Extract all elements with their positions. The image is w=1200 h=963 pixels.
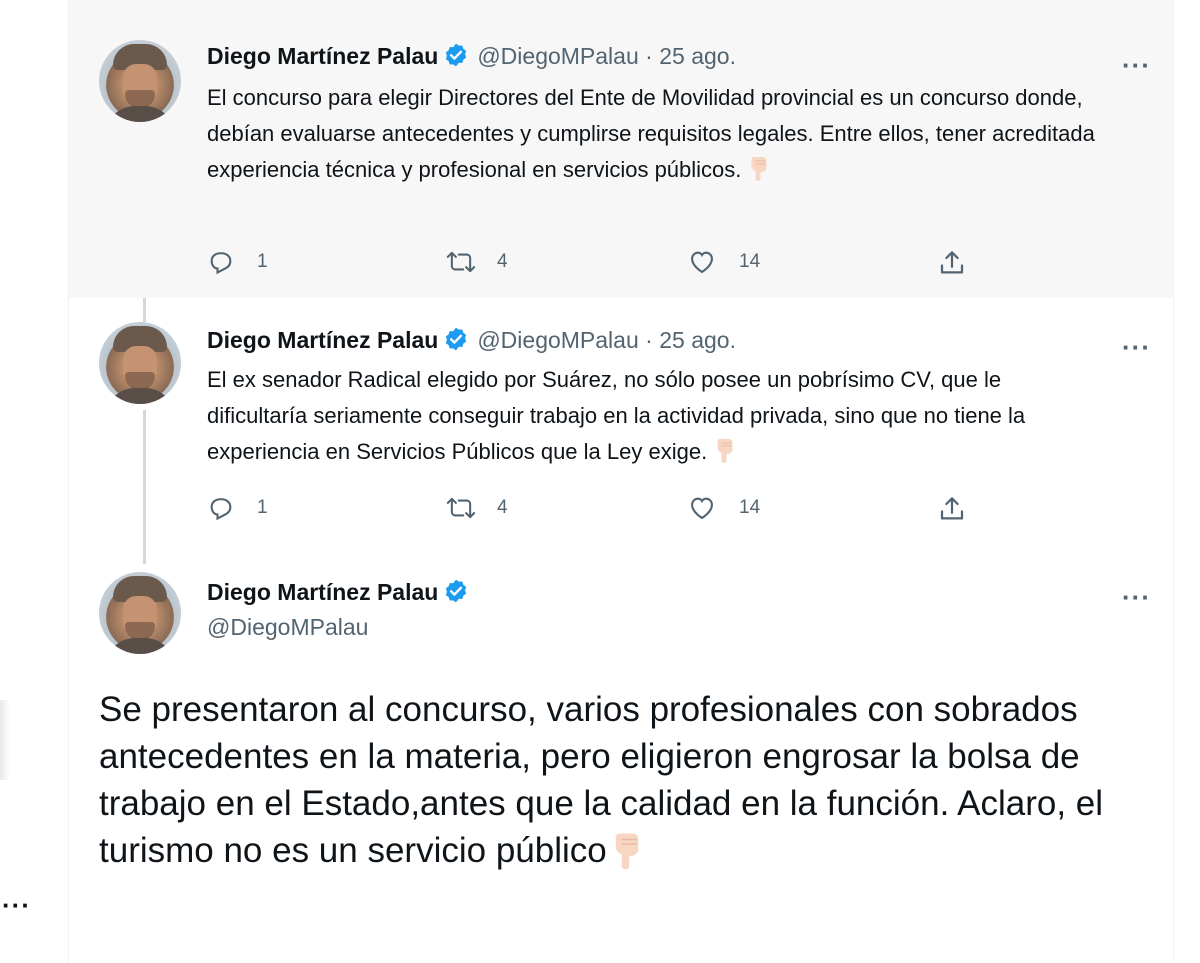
reply-count: 1	[257, 251, 268, 272]
heart-icon	[687, 494, 717, 522]
separator: ·	[645, 43, 653, 69]
author-name[interactable]: Diego Martínez Palau	[207, 579, 438, 605]
retweet-icon	[445, 248, 477, 276]
backhand-index-pointing-down-icon	[609, 830, 645, 882]
retweet-icon	[445, 494, 477, 522]
retweet-button[interactable]: 4	[445, 494, 508, 522]
verified-badge-icon	[443, 578, 469, 610]
tweet-actions: 1 4 14	[207, 248, 1107, 278]
like-button[interactable]: 14	[687, 248, 760, 276]
avatar[interactable]	[99, 322, 181, 404]
tweet-header: Diego Martínez Palau	[207, 578, 469, 610]
retweet-button[interactable]: 4	[445, 248, 508, 276]
focused-tweet-text: Se presentaron al concurso, varios profe…	[99, 686, 1139, 882]
avatar[interactable]	[99, 572, 181, 654]
tweet[interactable]: Diego Martínez Palau @DiegoMPalau · 25 ag…	[69, 0, 1173, 298]
tweet-header: Diego Martínez Palau @DiegoMPalau · 25 ag…	[207, 42, 736, 74]
retweet-count: 4	[497, 497, 508, 518]
share-icon	[937, 494, 967, 524]
more-options-icon[interactable]: ···	[1122, 334, 1151, 360]
tweet-text: El concurso para elegir Directores del E…	[207, 80, 1107, 192]
verified-badge-icon	[443, 42, 469, 74]
author-handle[interactable]: @DiegoMPalau	[477, 43, 638, 69]
reply-button[interactable]: 1	[207, 248, 268, 276]
author-handle[interactable]: @DiegoMPalau	[207, 614, 368, 641]
more-options-icon[interactable]: ···	[1122, 584, 1151, 610]
author-handle[interactable]: @DiegoMPalau	[477, 327, 638, 353]
sidebar-shadow	[0, 700, 10, 780]
share-button[interactable]	[937, 494, 967, 524]
reply-count: 1	[257, 497, 268, 518]
like-button[interactable]: 14	[687, 494, 760, 522]
tweet-header: Diego Martínez Palau @DiegoMPalau · 25 ag…	[207, 326, 736, 358]
backhand-index-pointing-down-icon	[747, 155, 771, 192]
heart-icon	[687, 248, 717, 276]
share-icon	[937, 248, 967, 278]
tweet-text: El ex senador Radical elegido por Suárez…	[207, 362, 1107, 474]
reply-icon	[207, 494, 235, 522]
conversation-timeline: Diego Martínez Palau @DiegoMPalau · 25 ag…	[68, 0, 1174, 963]
avatar[interactable]	[99, 40, 181, 122]
more-options-icon[interactable]: ···	[1122, 52, 1151, 78]
like-count: 14	[739, 251, 761, 272]
share-button[interactable]	[937, 248, 967, 278]
reply-icon	[207, 248, 235, 276]
separator: ·	[645, 327, 653, 353]
reply-button[interactable]: 1	[207, 494, 268, 522]
tweet-date[interactable]: 25 ago.	[659, 43, 736, 69]
author-name[interactable]: Diego Martínez Palau	[207, 327, 438, 353]
backhand-index-pointing-down-icon	[713, 437, 737, 474]
tweet-actions: 1 4 14	[207, 494, 1107, 524]
retweet-count: 4	[497, 251, 508, 272]
verified-badge-icon	[443, 326, 469, 358]
author-name[interactable]: Diego Martínez Palau	[207, 43, 438, 69]
sidebar-more-icon[interactable]: ···	[2, 890, 31, 921]
tweet[interactable]: Diego Martínez Palau @DiegoMPalau · 25 ag…	[69, 298, 1173, 548]
like-count: 14	[739, 497, 761, 518]
left-sidebar: ···	[0, 0, 68, 963]
tweet-date[interactable]: 25 ago.	[659, 327, 736, 353]
